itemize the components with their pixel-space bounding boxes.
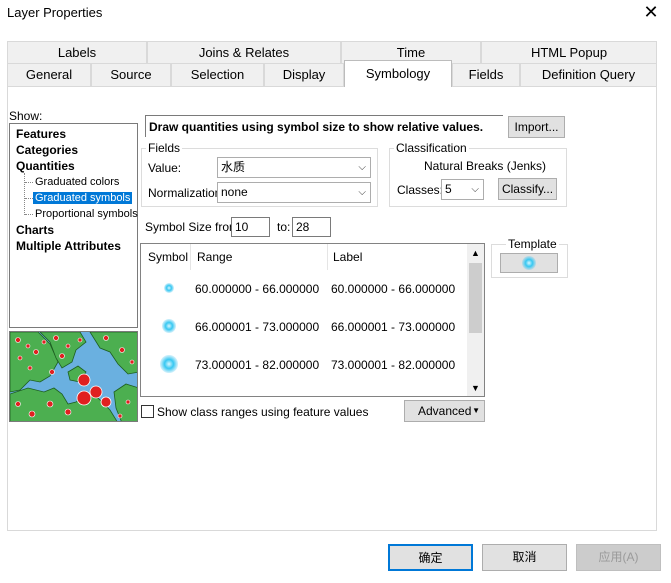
- chevron-down-icon: ⌵: [471, 184, 479, 195]
- tab-definition-query[interactable]: Definition Query: [520, 63, 657, 86]
- renderer-description: Draw quantities using symbol size to sho…: [145, 115, 503, 137]
- label-cell: 73.000001 - 82.000000: [331, 358, 456, 372]
- apply-button[interactable]: 应用(A): [576, 544, 661, 571]
- graduated-symbol-icon: [162, 319, 176, 333]
- tab-selection[interactable]: Selection: [171, 63, 264, 86]
- tree-connector: [25, 214, 33, 215]
- column-header-range[interactable]: Range: [197, 250, 232, 264]
- column-separator: [190, 244, 191, 270]
- window-title: Layer Properties: [7, 5, 103, 20]
- template-symbol-button[interactable]: [500, 253, 558, 273]
- show-class-ranges-checkbox[interactable]: [141, 405, 154, 418]
- symbol-size-to-label: to:: [277, 220, 291, 234]
- classes-label: Classes:: [397, 183, 444, 197]
- show-item-graduated-colors[interactable]: Graduated colors: [35, 176, 119, 188]
- show-item-features[interactable]: Features: [16, 127, 66, 141]
- scroll-up-icon[interactable]: ▲: [471, 248, 480, 258]
- cancel-button[interactable]: 取消: [482, 544, 567, 571]
- label-cell: 66.000001 - 73.000000: [331, 320, 456, 334]
- tab-source[interactable]: Source: [91, 63, 171, 86]
- classification-group-title: Classification: [394, 141, 469, 155]
- classes-select[interactable]: 5 ⌵: [441, 179, 484, 200]
- chevron-down-icon: ⌵: [358, 187, 366, 198]
- classes-text: 5: [445, 182, 452, 196]
- show-item-charts[interactable]: Charts: [16, 223, 54, 237]
- symbology-preview-map: [9, 331, 138, 422]
- range-cell: 60.000000 - 66.000000: [195, 282, 320, 296]
- graduated-symbol-icon: [164, 283, 174, 293]
- show-item-multiple-attributes[interactable]: Multiple Attributes: [16, 239, 121, 253]
- advanced-button[interactable]: Advanced ▼: [404, 400, 485, 422]
- tab-symbology[interactable]: Symbology: [344, 60, 452, 87]
- classification-method: Natural Breaks (Jenks): [424, 159, 547, 173]
- symbol-size-to-input[interactable]: 28: [292, 217, 331, 237]
- tab-html-popup[interactable]: HTML Popup: [481, 41, 657, 64]
- classify-button[interactable]: Classify...: [498, 178, 557, 200]
- scroll-down-icon[interactable]: ▼: [471, 383, 480, 393]
- template-symbol-icon: [522, 256, 536, 270]
- tab-row-1: Labels Joins & Relates Time HTML Popup: [7, 41, 657, 64]
- scrollbar-thumb[interactable]: [469, 263, 482, 333]
- table-row[interactable]: 66.000001 - 73.000000 66.000001 - 73.000…: [141, 307, 467, 345]
- dropdown-arrow-icon: ▼: [472, 406, 480, 415]
- show-item-quantities[interactable]: Quantities: [16, 159, 75, 173]
- fields-group-title: Fields: [146, 141, 183, 155]
- tab-general[interactable]: General: [7, 63, 91, 86]
- value-label: Value:: [148, 161, 182, 175]
- normalization-label: Normalization:: [148, 186, 225, 200]
- value-field-select[interactable]: 水质 ⌵: [217, 157, 371, 178]
- normalization-select[interactable]: none ⌵: [217, 182, 371, 203]
- tab-fields[interactable]: Fields: [452, 63, 520, 86]
- range-cell: 66.000001 - 73.000000: [195, 320, 320, 334]
- show-label: Show:: [9, 109, 43, 123]
- tree-connector: [24, 173, 25, 215]
- range-cell: 73.000001 - 82.000000: [195, 358, 320, 372]
- close-icon[interactable]: ✕: [640, 2, 662, 24]
- tab-joins-relates[interactable]: Joins & Relates: [147, 41, 341, 64]
- template-label: Template: [506, 237, 559, 251]
- show-class-ranges-label: Show class ranges using feature values: [157, 405, 369, 419]
- chevron-down-icon: ⌵: [358, 162, 366, 173]
- show-item-categories[interactable]: Categories: [16, 143, 78, 157]
- tab-row-2: General Source Selection Display Symbolo…: [7, 60, 657, 87]
- tab-labels[interactable]: Labels: [7, 41, 147, 64]
- advanced-label: Advanced: [418, 404, 472, 418]
- graduated-symbol-icon: [160, 355, 178, 373]
- value-field-text: 水质: [221, 160, 246, 174]
- ok-button[interactable]: 确定: [388, 544, 473, 571]
- column-separator: [327, 244, 328, 270]
- table-row[interactable]: 73.000001 - 82.000000 73.000001 - 82.000…: [141, 345, 467, 383]
- show-item-graduated-symbols[interactable]: Graduated symbols: [33, 192, 133, 204]
- symbol-size-from-input[interactable]: 10: [231, 217, 270, 237]
- label-cell: 60.000000 - 66.000000: [331, 282, 456, 296]
- table-row[interactable]: 60.000000 - 66.000000 60.000000 - 66.000…: [141, 269, 467, 307]
- show-item-proportional-symbols[interactable]: Proportional symbols: [35, 208, 138, 220]
- normalization-text: none: [221, 185, 248, 199]
- import-button[interactable]: Import...: [508, 116, 565, 138]
- tree-connector: [25, 198, 33, 199]
- tree-connector: [25, 182, 33, 183]
- class-symbol-table[interactable]: Symbol Range Label 60.000000 - 66.000000…: [140, 243, 485, 397]
- table-vertical-scrollbar[interactable]: ▲ ▼: [467, 244, 484, 396]
- show-list[interactable]: Features Categories Quantities Graduated…: [9, 123, 138, 328]
- tab-display[interactable]: Display: [264, 63, 344, 86]
- column-header-symbol[interactable]: Symbol: [148, 250, 188, 264]
- column-header-label[interactable]: Label: [333, 250, 362, 264]
- preview-map-graphic: [10, 332, 137, 421]
- symbol-size-from-label: Symbol Size from:: [145, 220, 243, 234]
